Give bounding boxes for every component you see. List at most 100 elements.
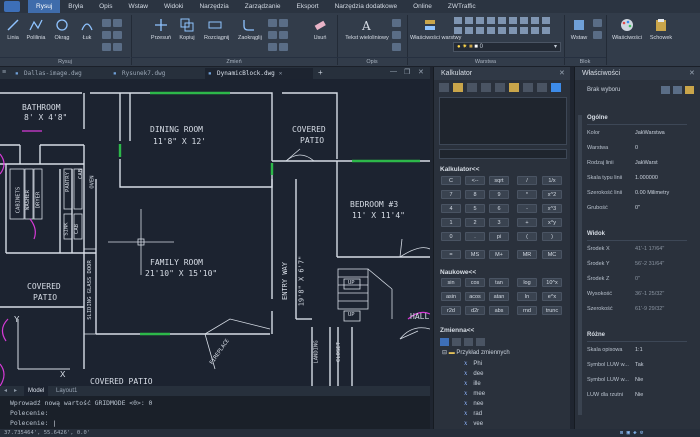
clear-icon[interactable] bbox=[439, 83, 449, 92]
fillet-button[interactable]: Zaokrąglij bbox=[238, 17, 262, 42]
scrollbar[interactable] bbox=[578, 115, 582, 415]
drawing-canvas[interactable]: Y X BATHROOM 8' X 4'8" DINING ROOM 11'8"… bbox=[0, 79, 430, 386]
command-input[interactable]: Polecenie: | bbox=[10, 418, 420, 428]
help-icon[interactable] bbox=[551, 83, 561, 92]
tab-bryla[interactable]: Bryła bbox=[60, 0, 91, 13]
scientific-key[interactable]: cos bbox=[465, 278, 485, 287]
calc-key[interactable]: 5 bbox=[465, 204, 485, 213]
intersection-icon[interactable] bbox=[523, 83, 533, 92]
mtext-button[interactable]: A Tekst wieloliniowy bbox=[345, 17, 389, 42]
property-row[interactable]: Szerokość linii 0.00 Milimetry bbox=[587, 189, 687, 198]
memory-key[interactable]: = bbox=[441, 250, 461, 259]
variable-item[interactable]: x nee bbox=[464, 399, 483, 408]
calc-key[interactable]: - bbox=[517, 204, 537, 213]
properties-button[interactable]: Właściwości bbox=[610, 17, 644, 42]
region-icon[interactable] bbox=[113, 43, 122, 51]
tab-zarzadzanie[interactable]: Zarządzanie bbox=[237, 0, 289, 13]
spline-icon[interactable] bbox=[113, 31, 122, 39]
prev-tab-icon[interactable]: ◂ bbox=[4, 387, 7, 394]
memory-key[interactable]: M+ bbox=[489, 250, 509, 259]
close-x-icon[interactable] bbox=[537, 83, 547, 92]
calc-key[interactable]: pi bbox=[489, 232, 509, 241]
calc-key[interactable]: ) bbox=[542, 232, 562, 241]
insert-button[interactable]: Wstaw bbox=[568, 17, 590, 42]
property-row[interactable]: Grubość 0" bbox=[587, 204, 687, 213]
tab-eksport[interactable]: Eksport bbox=[289, 0, 327, 13]
section-variables[interactable]: Zmienna<< bbox=[440, 327, 474, 334]
scientific-key[interactable]: trunc bbox=[542, 306, 562, 315]
new-variable-icon[interactable] bbox=[440, 338, 449, 346]
close-icon[interactable]: ✕ bbox=[279, 70, 283, 77]
section-calculator[interactable]: Kalkulator<< bbox=[440, 166, 479, 173]
calc-key[interactable]: C bbox=[441, 176, 461, 185]
stretch-button[interactable]: Rozciągnij bbox=[204, 17, 229, 42]
memory-key[interactable]: MS bbox=[465, 250, 485, 259]
property-row[interactable]: Skala opisowa 1:1 bbox=[587, 346, 687, 355]
property-row[interactable]: Warstwa 0 bbox=[587, 144, 687, 153]
tab-narzedzia[interactable]: Narzędzia bbox=[191, 0, 236, 13]
doc-tab[interactable]: ▪ Rysunek7.dwg bbox=[110, 68, 200, 79]
tab-narzedzia-dodatkowe[interactable]: Narzędzia dodatkowe bbox=[327, 0, 406, 13]
rectangle-icon[interactable] bbox=[102, 19, 111, 27]
history-icon[interactable] bbox=[467, 83, 477, 92]
calc-variable-icon[interactable] bbox=[476, 338, 485, 346]
rotate-icon[interactable] bbox=[268, 19, 277, 27]
calc-key[interactable]: sqrt bbox=[489, 176, 509, 185]
calc-key[interactable]: x^3 bbox=[542, 204, 562, 213]
variable-item[interactable]: x mee bbox=[464, 389, 485, 398]
tab-online[interactable]: Online bbox=[405, 0, 440, 13]
property-row[interactable]: Szerokość 61'-9 29/32" bbox=[587, 305, 687, 314]
select-objects-icon[interactable] bbox=[673, 86, 682, 94]
offset-icon[interactable] bbox=[279, 43, 288, 51]
angle-icon[interactable] bbox=[509, 83, 519, 92]
point-pick-icon[interactable] bbox=[481, 83, 491, 92]
calc-key[interactable]: x^2 bbox=[542, 190, 562, 199]
scientific-key[interactable]: e^x bbox=[542, 292, 562, 301]
tab-rysuj[interactable]: Rysuj bbox=[28, 0, 61, 13]
calc-key[interactable]: . bbox=[465, 232, 485, 241]
property-section[interactable]: Różne bbox=[587, 332, 605, 338]
memory-key[interactable]: MR bbox=[517, 250, 537, 259]
scientific-key[interactable]: acos bbox=[465, 292, 485, 301]
quick-select-icon[interactable] bbox=[661, 86, 670, 94]
tab-model[interactable]: Model bbox=[24, 386, 49, 396]
calc-key[interactable]: x^y bbox=[542, 218, 562, 227]
calc-key[interactable]: 1 bbox=[441, 218, 461, 227]
arc-button[interactable]: Łuk bbox=[76, 17, 98, 42]
close-icon[interactable]: ✕ bbox=[559, 69, 565, 77]
scientific-key[interactable]: abs bbox=[489, 306, 509, 315]
pickadd-icon[interactable] bbox=[685, 86, 694, 94]
tab-wstaw[interactable]: Wstaw bbox=[120, 0, 156, 13]
calc-key[interactable]: 4 bbox=[441, 204, 461, 213]
copy-button[interactable]: Kopiuj bbox=[176, 17, 198, 42]
extend-icon[interactable] bbox=[279, 31, 288, 39]
property-row[interactable]: Środek Z 0" bbox=[587, 275, 687, 284]
property-section[interactable]: Ogólne bbox=[587, 115, 608, 121]
tab-zwtraffic[interactable]: ZWTraffic bbox=[440, 0, 484, 13]
next-tab-icon[interactable]: ▸ bbox=[14, 387, 17, 394]
calc-key[interactable]: * bbox=[517, 190, 537, 199]
point-icon[interactable] bbox=[113, 19, 122, 27]
doc-tab[interactable]: ▪ Dallas-image.dwg bbox=[12, 68, 108, 79]
property-row[interactable]: Wysokość 36'-1 25/32" bbox=[587, 290, 687, 299]
delete-variable-icon[interactable] bbox=[464, 338, 473, 346]
tab-opis[interactable]: Opis bbox=[91, 0, 120, 13]
variable-item[interactable]: x ille bbox=[464, 379, 481, 388]
property-row[interactable]: Kolor JakWarstwa bbox=[587, 129, 687, 138]
erase-button[interactable]: Usuń bbox=[309, 17, 331, 42]
calc-key[interactable]: 6 bbox=[489, 204, 509, 213]
scientific-key[interactable]: atan bbox=[489, 292, 509, 301]
eraser-icon[interactable] bbox=[453, 83, 463, 92]
property-row[interactable]: LUW dla rzutni Nie bbox=[587, 391, 687, 400]
calc-key[interactable]: 2 bbox=[465, 218, 485, 227]
calc-key[interactable]: 1/x bbox=[542, 176, 562, 185]
restore-icon[interactable]: ❐ bbox=[404, 68, 410, 76]
new-tab-icon[interactable]: + bbox=[318, 68, 323, 77]
section-scientific[interactable]: Naukowe<< bbox=[440, 269, 476, 276]
ellipse-icon[interactable] bbox=[102, 43, 111, 51]
leader-icon[interactable] bbox=[392, 31, 401, 39]
property-section[interactable]: Widok bbox=[587, 231, 605, 237]
variable-item[interactable]: x Phi bbox=[464, 359, 482, 368]
calc-key[interactable]: 8 bbox=[465, 190, 485, 199]
variable-folder[interactable]: ⊟ ▬ Przykład zmiennych bbox=[442, 349, 510, 358]
